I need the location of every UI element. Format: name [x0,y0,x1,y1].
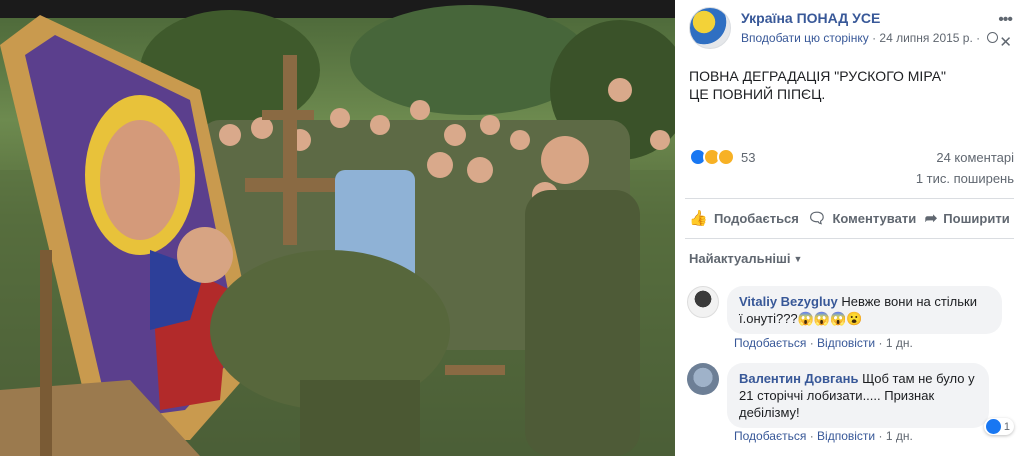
caret-down-icon: ▼ [793,254,803,264]
meta-separator: · [872,31,877,45]
post-photo[interactable] [0,0,675,456]
post-meta: Вподобати цю сторінку · 24 липня 2015 р.… [741,31,998,45]
globe-icon [986,32,998,43]
post-actions: 👍 Подобається 🗨 Коментувати ➦ Поширити [685,203,1014,233]
comment-icon: 🗨 [807,210,827,227]
comments-count[interactable]: 24 коментарі [936,150,1014,165]
comment-actions: Подобається · Відповісти · 1 дн. [734,336,913,350]
comment: Валентин Довгань Щоб там не було у 21 ст… [687,363,1014,453]
post-text: ПОВНА ДЕГРАДАЦІЯ "РУСКОГО МІРА" ЦЕ ПОВНИ… [689,67,946,103]
share-button[interactable]: ➦ Поширити [925,209,1010,227]
page-avatar[interactable] [689,7,731,49]
page-name-link[interactable]: Україна ПОНАД УСЕ [741,10,880,26]
comment-actions: Подобається · Відповісти · 1 дн. [734,429,913,443]
avatar[interactable] [687,286,719,318]
comment-author[interactable]: Vitaliy Bezygluy [739,294,838,309]
comment-time[interactable]: 1 дн. [886,429,913,443]
photo-illustration [0,5,675,456]
post-text-line: ЦЕ ПОВНИЙ ПІПЄЦ. [689,86,826,102]
comment-text: дебілізму! [739,405,800,420]
comment-like-count: 1 [1003,420,1010,433]
comment-text: 21 сторіччі лобизати..... Признак [739,388,935,403]
separator: · [878,336,883,350]
close-icon[interactable]: ✕ [999,33,1012,51]
shares-count[interactable]: 1 тис. поширень [916,171,1014,186]
like-button-label: Подобається [713,210,799,226]
comment-bubble: Валентин Довгань Щоб там не було у 21 ст… [727,363,989,428]
meta-separator: · [976,31,981,45]
comment-reply-link[interactable]: Відповісти [817,429,875,443]
wow-icon [717,148,735,166]
separator: · [878,429,883,443]
comment-bubble: Vitaliy Bezygluy Невже вони на стільки ї… [727,286,1002,334]
like-page-link[interactable]: Вподобати цю сторінку [741,31,869,45]
post-text-line: ПОВНА ДЕГРАДАЦІЯ "РУСКОГО МІРА" [689,68,947,84]
reactions-summary[interactable]: 53 [689,146,755,168]
comment-button[interactable]: 🗨 Коментувати [807,209,916,227]
thumbs-up-icon: 👍 [689,210,708,227]
avatar[interactable] [687,363,719,395]
comment-text: Невже вони на стільки [837,294,977,309]
share-icon: ➦ [924,210,938,227]
comment-time[interactable]: 1 дн. [886,336,913,350]
more-options-icon[interactable]: ••• [998,11,1013,29]
divider [685,238,1014,239]
comment-like-link[interactable]: Подобається [734,336,806,350]
comment-text: Щоб там не було у [858,371,975,386]
separator: · [809,336,814,350]
like-icon [985,419,1001,434]
post-header: Україна ПОНАД УСЕ Вподобати цю сторінку … [689,7,1014,51]
comment-button-label: Коментувати [832,210,917,226]
post-panel: Україна ПОНАД УСЕ Вподобати цю сторінку … [675,0,1024,456]
comment: Vitaliy Bezygluy Невже вони на стільки ї… [687,286,1014,356]
comment-text: ї.онуті???😱😱😱😮 [739,311,863,326]
separator: · [809,429,814,443]
sort-label: Найактуальніші [689,251,791,266]
share-button-label: Поширити [943,210,1010,226]
comment-author[interactable]: Валентин Довгань [739,371,858,386]
comment-reaction-badge[interactable]: 1 [983,418,1014,435]
comment-sort-dropdown[interactable]: Найактуальніші ▼ [689,251,802,266]
comment-like-link[interactable]: Подобається [734,429,806,443]
post-date[interactable]: 24 липня 2015 р. [879,31,972,45]
comment-reply-link[interactable]: Відповісти [817,336,875,350]
divider [685,198,1014,199]
reaction-count: 53 [741,149,756,165]
like-button[interactable]: 👍 Подобається [689,209,799,227]
